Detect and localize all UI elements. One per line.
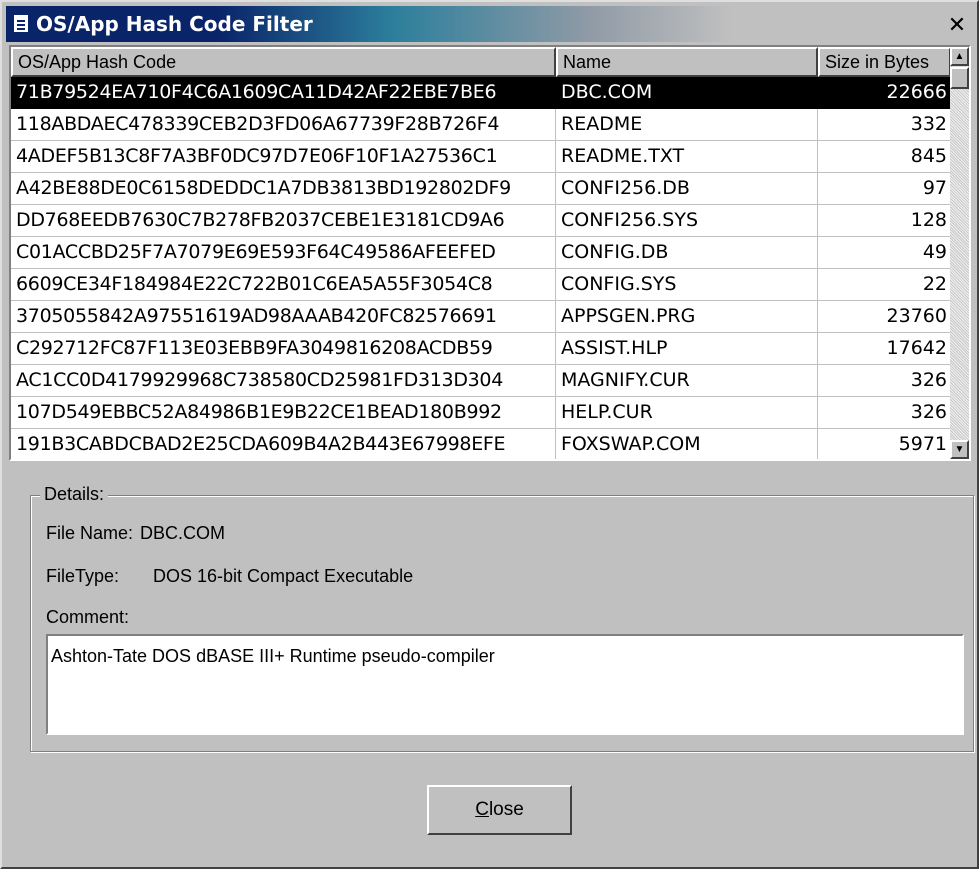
size-cell: 49 (818, 237, 951, 269)
file-name-label: File Name: (46, 523, 134, 543)
name-cell: MAGNIFY.CUR (556, 365, 818, 397)
close-label-rest: lose (488, 799, 524, 820)
document-icon (14, 15, 28, 32)
table-row[interactable]: DD768EEDB7630C7B278FB2037CEBE1E3181CD9A6… (11, 205, 951, 237)
comment-label: Comment: (46, 607, 130, 627)
hash-cell: 107D549EBBC52A84986B1E9B22CE1BEAD180B992 (11, 397, 556, 429)
hash-cell: DD768EEDB7630C7B278FB2037CEBE1E3181CD9A6 (11, 205, 556, 237)
window-title: OS/App Hash Code Filter (36, 12, 313, 36)
scroll-thumb[interactable] (950, 67, 969, 89)
hash-list-view[interactable]: OS/App Hash Code Name Size in Bytes 71B7… (9, 45, 971, 461)
name-cell: ASSIST.HLP (556, 333, 818, 365)
size-cell: 326 (818, 365, 951, 397)
list-header: OS/App Hash Code Name Size in Bytes (11, 47, 951, 77)
hash-cell: 191B3CABDCBAD2E25CDA609B4A2B443E67998EFE (11, 429, 556, 459)
size-cell: 845 (818, 141, 951, 173)
name-cell: README.TXT (556, 141, 818, 173)
list-rows: 71B79524EA710F4C6A1609CA11D42AF22EBE7BE6… (11, 77, 951, 459)
size-cell: 5971 (818, 429, 951, 459)
column-header-name[interactable]: Name (556, 47, 818, 77)
size-cell: 326 (818, 397, 951, 429)
size-cell: 17642 (818, 333, 951, 365)
name-cell: CONFI256.DB (556, 173, 818, 205)
name-cell: FOXSWAP.COM (556, 429, 818, 459)
hash-cell: C01ACCBD25F7A7079E69E593F64C49586AFEEFED (11, 237, 556, 269)
name-cell: DBC.COM (556, 77, 818, 109)
close-accelerator: C (475, 799, 489, 820)
vertical-scrollbar[interactable]: ▲ ▼ (950, 47, 969, 459)
hash-cell: 118ABDAEC478339CEB2D3FD06A67739F28B726F4 (11, 109, 556, 141)
title-bar[interactable]: OS/App Hash Code Filter ✕ (6, 6, 975, 42)
name-cell: HELP.CUR (556, 397, 818, 429)
name-cell: CONFI256.SYS (556, 205, 818, 237)
details-legend: Details: (40, 484, 109, 505)
hash-cell: AC1CC0D4179929968C738580CD25981FD313D304 (11, 365, 556, 397)
table-row[interactable]: C292712FC87F113E03EBB9FA3049816208ACDB59… (11, 333, 951, 365)
scroll-down-icon[interactable]: ▼ (950, 440, 969, 459)
name-cell: APPSGEN.PRG (556, 301, 818, 333)
comment-textbox[interactable]: Ashton-Tate DOS dBASE III+ Runtime pseud… (46, 634, 964, 735)
table-row[interactable]: A42BE88DE0C6158DEDDC1A7DB3813BD192802DF9… (11, 173, 951, 205)
size-cell: 97 (818, 173, 951, 205)
table-row[interactable]: 6609CE34F184984E22C722B01C6EA5A55F3054C8… (11, 269, 951, 301)
name-cell: README (556, 109, 818, 141)
table-row[interactable]: 107D549EBBC52A84986B1E9B22CE1BEAD180B992… (11, 397, 951, 429)
size-cell: 332 (818, 109, 951, 141)
hash-cell: C292712FC87F113E03EBB9FA3049816208ACDB59 (11, 333, 556, 365)
size-cell: 22666 (818, 77, 951, 109)
table-row[interactable]: 118ABDAEC478339CEB2D3FD06A67739F28B726F4… (11, 109, 951, 141)
size-cell: 22 (818, 269, 951, 301)
name-cell: CONFIG.SYS (556, 269, 818, 301)
column-header-hash[interactable]: OS/App Hash Code (11, 47, 556, 77)
table-row[interactable]: 4ADEF5B13C8F7A3BF0DC97D7E06F10F1A27536C1… (11, 141, 951, 173)
table-row[interactable]: 71B79524EA710F4C6A1609CA11D42AF22EBE7BE6… (11, 77, 951, 109)
column-header-size[interactable]: Size in Bytes (818, 47, 951, 77)
table-row[interactable]: AC1CC0D4179929968C738580CD25981FD313D304… (11, 365, 951, 397)
hash-cell: 4ADEF5B13C8F7A3BF0DC97D7E06F10F1A27536C1 (11, 141, 556, 173)
hash-cell: 6609CE34F184984E22C722B01C6EA5A55F3054C8 (11, 269, 556, 301)
close-icon[interactable]: ✕ (945, 15, 969, 37)
close-button[interactable]: Close (427, 785, 572, 835)
file-name-value: DBC.COM (140, 523, 225, 543)
name-cell: CONFIG.DB (556, 237, 818, 269)
table-row[interactable]: C01ACCBD25F7A7079E69E593F64C49586AFEEFED… (11, 237, 951, 269)
size-cell: 128 (818, 205, 951, 237)
file-type-value: DOS 16-bit Compact Executable (153, 566, 414, 586)
hash-cell: 3705055842A97551619AD98AAAB420FC82576691 (11, 301, 556, 333)
scroll-up-icon[interactable]: ▲ (950, 47, 969, 66)
table-row[interactable]: 3705055842A97551619AD98AAAB420FC82576691… (11, 301, 951, 333)
size-cell: 23760 (818, 301, 951, 333)
file-type-label: FileType: (46, 566, 120, 586)
hash-cell: A42BE88DE0C6158DEDDC1A7DB3813BD192802DF9 (11, 173, 556, 205)
table-row[interactable]: 191B3CABDCBAD2E25CDA609B4A2B443E67998EFE… (11, 429, 951, 459)
hash-cell: 71B79524EA710F4C6A1609CA11D42AF22EBE7BE6 (11, 77, 556, 109)
